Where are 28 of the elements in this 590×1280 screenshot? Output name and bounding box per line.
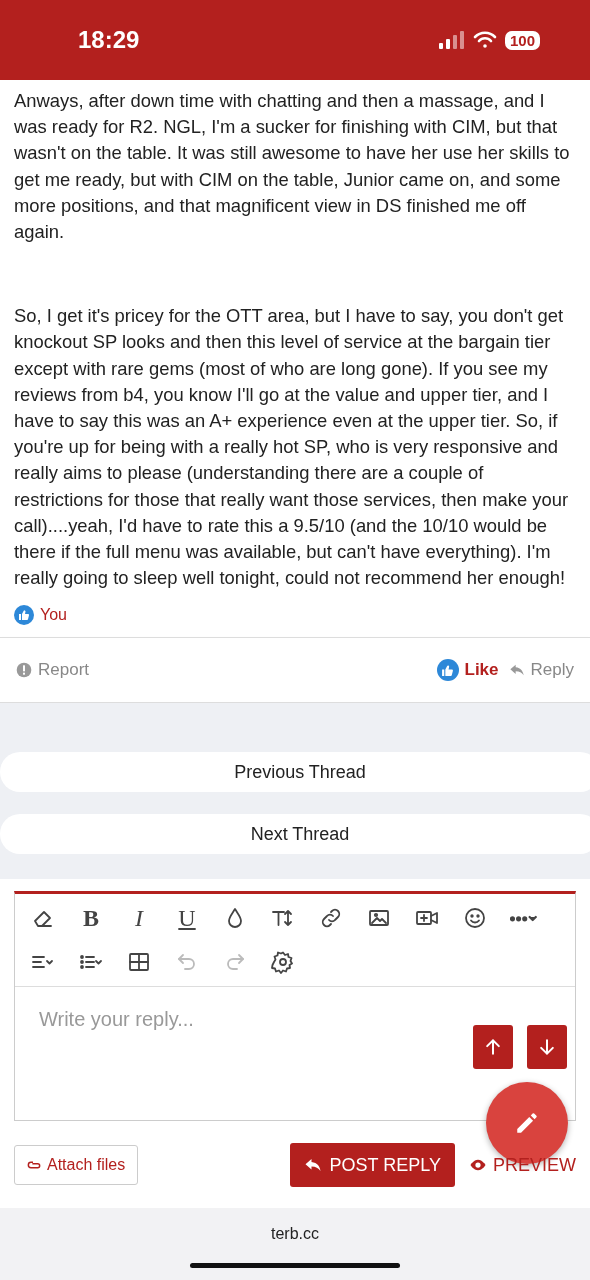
battery-level: 100 xyxy=(504,30,540,50)
post-paragraph: So, I get it's pricey for the OTT area, but I have to say, you don't get knockout SP looks and then this level of service at the bargain tier except with rare gems (most of who are long gone). If you see my reviews from b4, you know I'll go at the value and upper tier, and I have to say this was an A+ experience even at the upper tier. So, if you're up for being with a really hot SP, who is very responsive and really aims to please (understanding there are a couple of restrictions for those that really want those services, then make your call)....yeah, I'd have to rate this a 9.5/10 (and the 10/10 would be there if the full menu was available, but can't have everything). I'm really going to sleep well tonight, could not recommend her enough! xyxy=(14,304,569,591)
thumbs-up-icon xyxy=(436,659,459,682)
like-button[interactable]: Like xyxy=(436,659,499,682)
report-link[interactable]: Report xyxy=(16,660,90,681)
thread-nav-button[interactable]: Next Thread xyxy=(0,814,590,855)
warning-icon xyxy=(16,662,32,679)
signal-icon xyxy=(438,31,465,49)
reaction-user[interactable]: You xyxy=(40,606,67,625)
wifi-icon xyxy=(472,31,497,49)
pencil-icon xyxy=(514,1110,540,1136)
reply-link[interactable]: Reply xyxy=(508,660,574,681)
status-time: 18:29 xyxy=(78,26,141,54)
scroll-up-button[interactable] xyxy=(473,1025,513,1070)
attach-files-button[interactable]: Attach files xyxy=(14,1145,139,1186)
like-icon xyxy=(14,605,34,626)
post-reply-button[interactable]: POST REPLY xyxy=(289,1143,455,1188)
format-button[interactable]: B xyxy=(67,896,115,941)
more-icon xyxy=(509,914,537,922)
address-text: terb.cc xyxy=(271,1225,319,1243)
format-button[interactable]: U xyxy=(163,896,211,941)
arrow-down-icon xyxy=(537,1037,557,1058)
thread-nav-button[interactable]: Previous Thread xyxy=(0,752,590,793)
format-button[interactable]: I xyxy=(115,896,163,941)
scroll-down-button[interactable] xyxy=(527,1025,567,1070)
smiley-icon xyxy=(463,906,487,931)
settings-icon xyxy=(271,950,295,975)
post-paragraph: Anways, after down time with chatting and then a massage, and I was ready for R2. NGL, I'm a sucker for finishing with CIM, but that wasn't on the table. It was still awesome to have her use her skills to get me ready, but with CIM on the table, Junior came on, and some more positions, and that magnificent view in DS finished me off again. xyxy=(14,89,571,244)
